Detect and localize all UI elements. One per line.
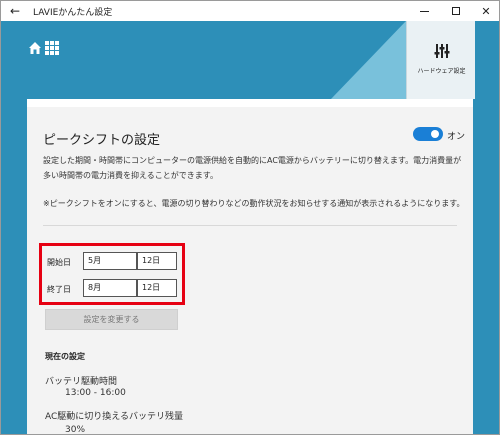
start-day-field[interactable]: 12日 bbox=[137, 252, 177, 270]
hardware-tile-label: ハードウェア設定 bbox=[417, 68, 466, 75]
toggle-knob bbox=[431, 130, 439, 138]
panel-top-band bbox=[27, 99, 473, 107]
end-month-field[interactable]: 8月 bbox=[83, 279, 137, 297]
section-title: ピークシフトの設定 bbox=[43, 133, 161, 148]
title-bar: ← LAVIEかんたん設定 ✕ bbox=[1, 1, 499, 21]
app-grid-icon[interactable] bbox=[45, 41, 59, 55]
header-triangle-decoration bbox=[331, 21, 406, 99]
minimize-button[interactable] bbox=[409, 1, 439, 21]
close-button[interactable]: ✕ bbox=[471, 1, 499, 21]
header-right-strip bbox=[475, 21, 499, 99]
back-arrow-icon[interactable]: ← bbox=[7, 3, 23, 19]
description-text: 設定した期間・時間帯にコンピューターの電源供給を自動的にAC電源からバッテリーに… bbox=[43, 156, 462, 180]
end-day-field[interactable]: 12日 bbox=[137, 279, 177, 297]
close-icon: ✕ bbox=[481, 4, 491, 18]
sliders-icon bbox=[434, 44, 450, 58]
app-window: ← LAVIEかんたん設定 ✕ ハードウェア設定 ピークシフトの設定 オン 設定… bbox=[0, 0, 500, 435]
end-date-label: 終了日 bbox=[47, 285, 71, 294]
section-divider bbox=[43, 225, 457, 226]
window-title: LAVIEかんたん設定 bbox=[33, 8, 113, 18]
start-date-label: 開始日 bbox=[47, 258, 71, 267]
peak-shift-toggle[interactable] bbox=[413, 127, 443, 141]
date-range-highlight: 開始日 5月 12日 終了日 8月 12日 bbox=[39, 243, 185, 305]
home-icon[interactable] bbox=[28, 41, 42, 55]
note-text: ※ピークシフトをオンにすると、電源の切り替わりなどの動作状況をお知らせする通知が… bbox=[43, 199, 465, 208]
ac-switch-label: AC駆動に切り換えるバッテリ残量 bbox=[45, 412, 184, 422]
hardware-settings-tile[interactable]: ハードウェア設定 bbox=[406, 21, 475, 99]
change-settings-button[interactable]: 設定を変更する bbox=[45, 309, 178, 330]
toggle-state-label: オン bbox=[447, 132, 466, 142]
start-month-field[interactable]: 5月 bbox=[83, 252, 137, 270]
battery-time-value: 13:00 - 16:00 bbox=[65, 388, 126, 398]
ac-switch-value: 30% bbox=[65, 425, 86, 435]
settings-panel: ピークシフトの設定 オン 設定した期間・時間帯にコンピューターの電源供給を自動的… bbox=[27, 99, 473, 435]
current-settings-title: 現在の設定 bbox=[45, 352, 85, 361]
maximize-icon bbox=[452, 7, 460, 15]
battery-time-label: バッテリ駆動時間 bbox=[45, 377, 118, 387]
minimize-icon bbox=[419, 10, 429, 12]
maximize-button[interactable] bbox=[441, 1, 471, 21]
